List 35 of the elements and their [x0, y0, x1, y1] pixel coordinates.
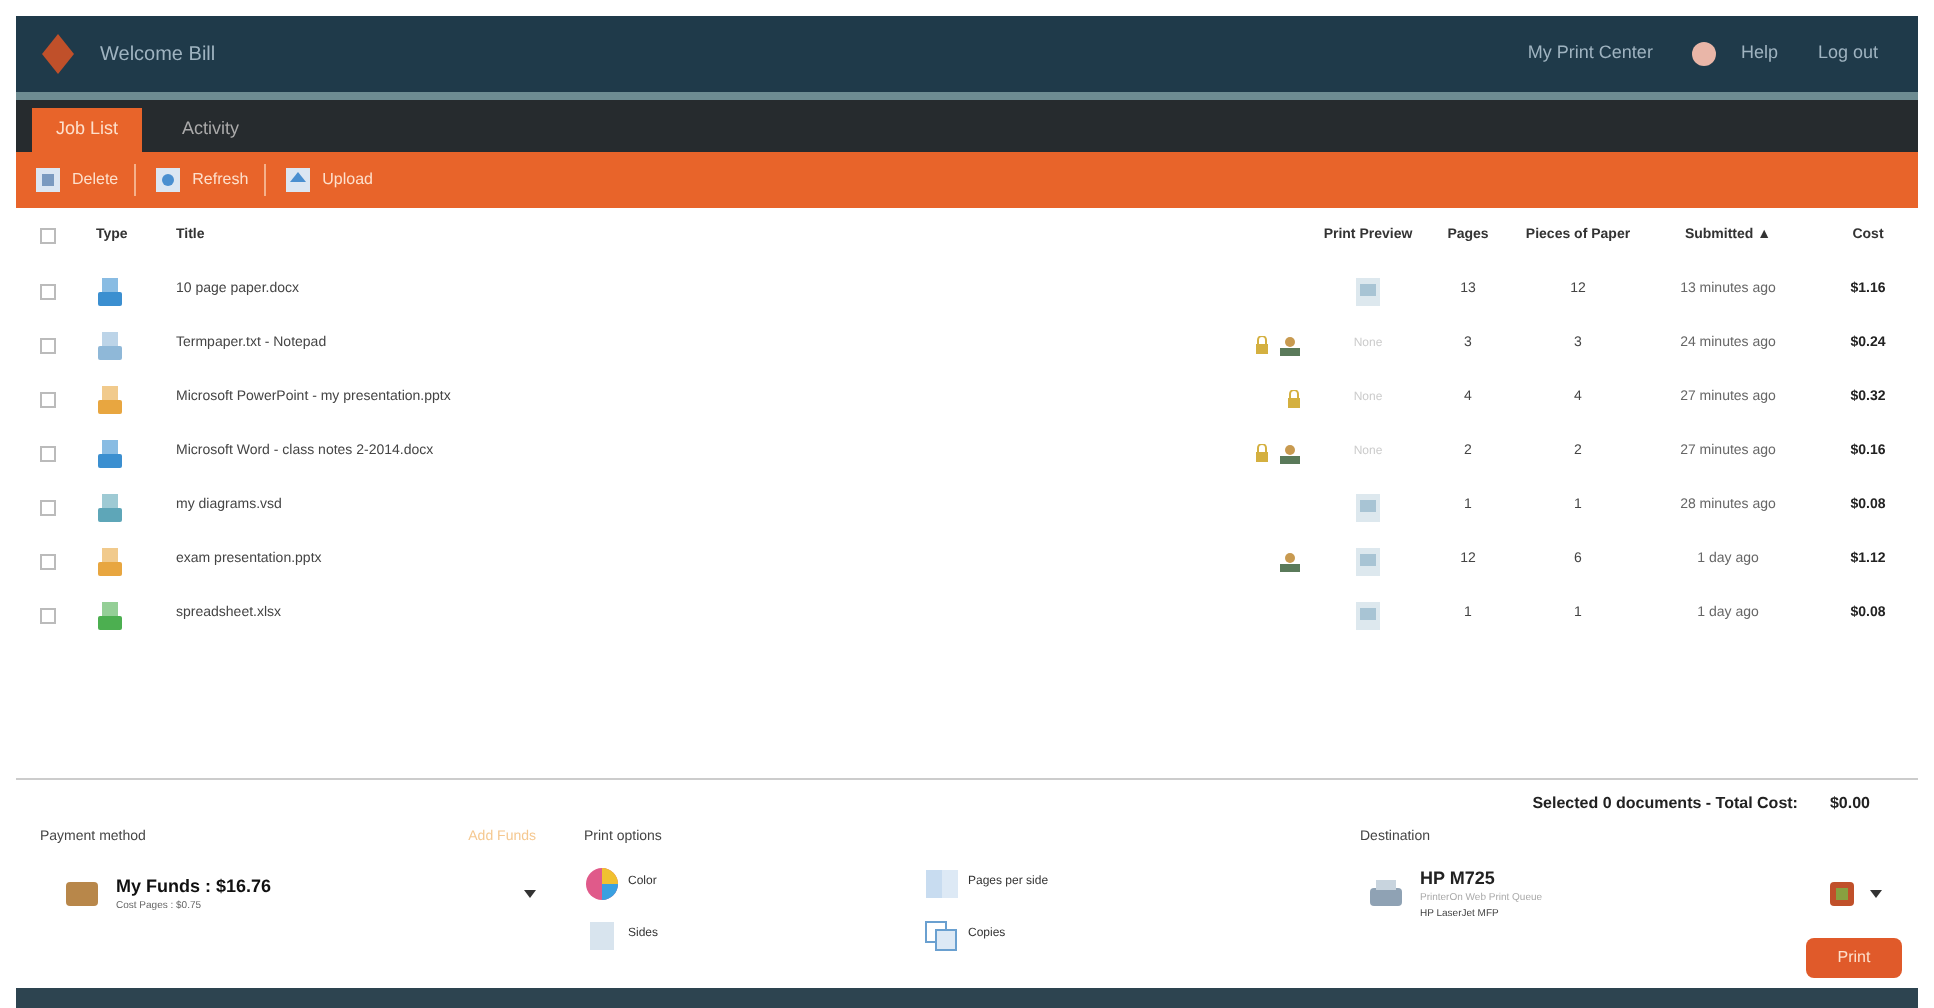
option-icon — [584, 917, 620, 953]
checkbox[interactable] — [40, 337, 56, 353]
wallet-icon — [64, 880, 100, 908]
tab[interactable]: Activity — [158, 108, 264, 152]
page-thumbnail-icon[interactable] — [1354, 275, 1382, 307]
caret-icon — [524, 890, 536, 898]
option-icon — [924, 917, 960, 953]
selection-summary: Selected 0 documents - Total Cost: — [1532, 792, 1798, 816]
page-thumbnail-icon[interactable] — [1354, 599, 1382, 631]
document-icon — [282, 164, 315, 196]
option-icon — [584, 865, 620, 901]
header-link[interactable]: Help — [1740, 40, 1778, 68]
checkbox[interactable] — [40, 391, 56, 407]
logo-icon — [40, 32, 76, 76]
welcome-text: Welcome Bill — [100, 41, 216, 69]
document-icon — [152, 164, 185, 196]
checkbox[interactable] — [40, 607, 56, 623]
checkbox[interactable] — [40, 228, 56, 244]
printer-name: HP M725 — [1420, 865, 1497, 891]
header-link[interactable]: My Print Center — [1527, 40, 1653, 68]
printer-status-icon[interactable] — [1830, 881, 1854, 906]
page-thumbnail-icon[interactable] — [1354, 545, 1382, 577]
funds-name: My Funds : $16.76 — [116, 873, 274, 900]
document-icon — [32, 164, 64, 196]
checkbox[interactable] — [40, 553, 56, 569]
checkbox[interactable] — [40, 499, 56, 515]
total-cost: $0.00 — [1829, 792, 1870, 816]
caret-icon[interactable] — [1870, 889, 1882, 898]
header-link[interactable]: Log out — [1817, 40, 1878, 68]
printer-icon — [1368, 877, 1404, 910]
checkbox[interactable] — [40, 283, 56, 299]
option-icon — [924, 865, 960, 901]
checkbox[interactable] — [40, 445, 56, 461]
page-thumbnail-icon[interactable] — [1354, 491, 1382, 523]
help-icon — [1692, 42, 1717, 66]
